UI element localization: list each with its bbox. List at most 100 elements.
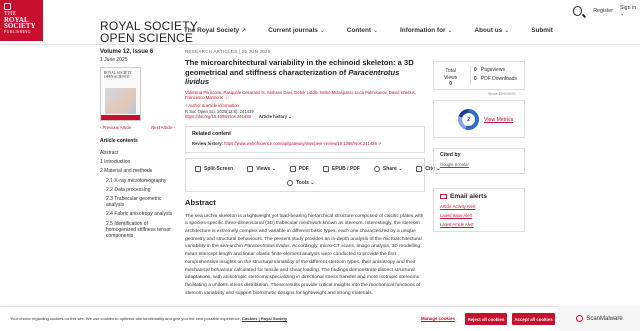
issue-date: 1 June 2025 bbox=[100, 57, 128, 63]
split-screen-button[interactable]: Split-Screen bbox=[195, 165, 233, 172]
toc-subitem[interactable]: 2.3 Trabecular geometric analysis bbox=[100, 196, 175, 208]
nav-label: Current journals bbox=[268, 27, 318, 34]
article-activity-alert-link[interactable]: Article Activity Alert bbox=[440, 204, 518, 209]
tools-icon bbox=[287, 179, 293, 186]
register-link[interactable]: Register bbox=[593, 8, 613, 14]
pdf-button[interactable]: PDF bbox=[289, 165, 309, 172]
view-metrics-link[interactable]: View Metrics bbox=[484, 117, 513, 123]
reject-all-cookies-button[interactable]: Reject all cookies bbox=[465, 313, 507, 325]
sign-in-link[interactable]: Sign in ⌄ bbox=[620, 5, 640, 17]
abstract-species: Paracentrotus lividus bbox=[244, 244, 290, 250]
nav-current-journals[interactable]: Current journals ⌄ bbox=[268, 27, 325, 34]
nav-about-us[interactable]: About us ⌄ bbox=[475, 27, 510, 34]
button-label: Share ⌄ bbox=[382, 165, 403, 172]
button-label: EPUB / PDF bbox=[331, 165, 360, 172]
views-icon bbox=[247, 165, 254, 172]
article-meta: RESEARCH ARTICLES | 25 JUN 2025 bbox=[185, 49, 271, 54]
latest-issue-alert-link[interactable]: Latest Issue Alert bbox=[440, 213, 518, 218]
epub-pdf-button[interactable]: EPUB / PDF bbox=[322, 165, 360, 172]
toc-subitem[interactable]: 2.1 X-ray microtomography bbox=[100, 178, 175, 184]
pdf-count: 0 bbox=[474, 76, 477, 82]
toc-subitem[interactable]: 2.5 Identification of homogenized stiffn… bbox=[100, 221, 175, 240]
review-history: Review history: https://www.webofscience… bbox=[192, 141, 418, 146]
toc-item[interactable]: Abstract bbox=[100, 150, 175, 156]
share-icon bbox=[373, 165, 380, 172]
google-scholar-link[interactable]: Google Scholar bbox=[440, 162, 518, 167]
total-label: Total bbox=[445, 68, 456, 74]
tools-button[interactable]: Tools ⌄ bbox=[287, 179, 315, 186]
nav-content[interactable]: Content ⌄ bbox=[347, 27, 378, 34]
nav-label: About us bbox=[474, 27, 503, 34]
nav-label: Information for bbox=[400, 27, 446, 34]
pageviews-row: 0 Pageviews bbox=[474, 67, 505, 73]
views-count: 0 bbox=[449, 81, 453, 87]
nav-information-for[interactable]: Information for ⌄ bbox=[400, 27, 452, 34]
toc-item[interactable]: 2 Material and methods bbox=[100, 168, 175, 174]
toc-subitem[interactable]: 2.2 Data processing bbox=[100, 187, 175, 193]
next-article-link[interactable]: Next Article › bbox=[151, 125, 175, 130]
views-button[interactable]: Views ⌄ bbox=[247, 165, 276, 172]
toc-subitem[interactable]: 2.4 Fabric anisotropy analysis bbox=[100, 211, 175, 217]
scanmalware-icon bbox=[576, 315, 584, 322]
cover-title: ROYAL SOCIETY OPEN SCIENCE bbox=[104, 71, 132, 79]
nav-the-royal-society[interactable]: The Royal Society ↗ bbox=[184, 27, 246, 34]
cookie-message-text: Your choice regarding cookies on this si… bbox=[10, 316, 242, 321]
article-history-label: Article history bbox=[258, 114, 288, 120]
pageviews-count: 0 bbox=[474, 67, 477, 73]
pdf-icon bbox=[289, 165, 296, 172]
nav-label: The Royal Society bbox=[184, 27, 240, 34]
email-alerts-box: Email alerts Article Activity Alert Late… bbox=[433, 188, 525, 232]
button-label: Views ⌄ bbox=[256, 165, 276, 172]
crest-icon bbox=[4, 3, 11, 10]
top-right-actions: Register Sign in ⌄ bbox=[573, 5, 640, 17]
issue-sidebar: Volume 12, Issue 6 1 June 2025 ROYAL SOC… bbox=[100, 49, 175, 242]
article-title: The microarchitectural variability in th… bbox=[185, 58, 425, 87]
search-icon[interactable] bbox=[573, 6, 583, 16]
share-button[interactable]: Share ⌄ bbox=[373, 165, 403, 172]
altmetric-badge[interactable]: 2 bbox=[458, 109, 479, 130]
abstract-text-part: . Accordingly, micro-CT scans, image ana… bbox=[185, 244, 422, 296]
article-pagination: ‹ Previous Article Next Article › bbox=[100, 125, 175, 130]
cited-by-title: Cited by bbox=[440, 152, 461, 158]
chevron-down-icon: ⌄ bbox=[319, 28, 325, 34]
accept-all-cookies-button[interactable]: Accept all cookies bbox=[512, 313, 555, 325]
issue-cover[interactable]: ROYAL SOCIETY OPEN SCIENCE bbox=[100, 67, 141, 121]
author-list[interactable]: Valentina Perricone, Pasquale Cesarano ✉… bbox=[185, 90, 425, 101]
pdf-downloads-row: 0 PDF Downloads bbox=[474, 76, 517, 82]
article-history-toggle[interactable]: Article history ⌄ bbox=[259, 114, 292, 120]
stats-since-note: Since 12/2/2025 bbox=[488, 92, 516, 96]
review-history-label: Review history: bbox=[192, 140, 223, 146]
doi-link[interactable]: https://doi.org/10.1098/rsos.241439 bbox=[185, 114, 251, 120]
email-alerts-title: Email alerts bbox=[450, 193, 488, 200]
chevron-down-icon: ⌄ bbox=[288, 114, 292, 120]
chevron-down-icon: ⌄ bbox=[619, 11, 625, 17]
button-label: PDF bbox=[298, 165, 309, 172]
cookie-banner: Your choice regarding cookies on this si… bbox=[0, 306, 640, 331]
external-link-icon: ↗ bbox=[241, 28, 247, 34]
nav-submit[interactable]: Submit bbox=[531, 27, 553, 34]
altmetric-score: 2 bbox=[462, 113, 475, 126]
previous-article-link[interactable]: ‹ Previous Article bbox=[100, 125, 131, 130]
abstract-text: The sea urchin skeleton is a lightweight… bbox=[185, 213, 424, 298]
pageviews-label: Pageviews bbox=[480, 67, 505, 73]
nav-label: Submit bbox=[531, 27, 553, 34]
scanmalware-label: ScanMalware bbox=[586, 315, 623, 322]
chevron-down-icon: ⌄ bbox=[447, 28, 453, 34]
main-nav: The Royal Society ↗ Current journals ⌄ Con… bbox=[184, 27, 575, 34]
volume-issue[interactable]: Volume 12, Issue 6 bbox=[100, 49, 175, 55]
chevron-down-icon: ⌄ bbox=[372, 28, 379, 34]
total-views: Total Views 0 bbox=[444, 68, 457, 88]
cite-icon bbox=[416, 165, 423, 172]
nav-label: Content bbox=[346, 27, 371, 34]
cover-image bbox=[105, 88, 136, 114]
royal-society-logo[interactable]: THE ROYAL SOCIETY PUBLISHING bbox=[0, 0, 43, 41]
cookie-policy-link[interactable]: Cookies | Royal Society bbox=[242, 316, 287, 321]
cover-footer bbox=[101, 115, 140, 120]
latest-article-alert-link[interactable]: Latest Article Alert bbox=[440, 222, 518, 227]
toc-item[interactable]: 1 Introduction bbox=[100, 159, 175, 165]
manage-cookies-link[interactable]: Manage cookies bbox=[421, 316, 455, 321]
review-history-link[interactable]: https://www.webofscience.com/api/gateway… bbox=[224, 141, 381, 146]
header-divider bbox=[0, 44, 640, 45]
article-contents-list: Abstract 1 Introduction 2 Material and m… bbox=[100, 150, 175, 239]
email-alerts-heading: Email alerts bbox=[440, 193, 518, 200]
